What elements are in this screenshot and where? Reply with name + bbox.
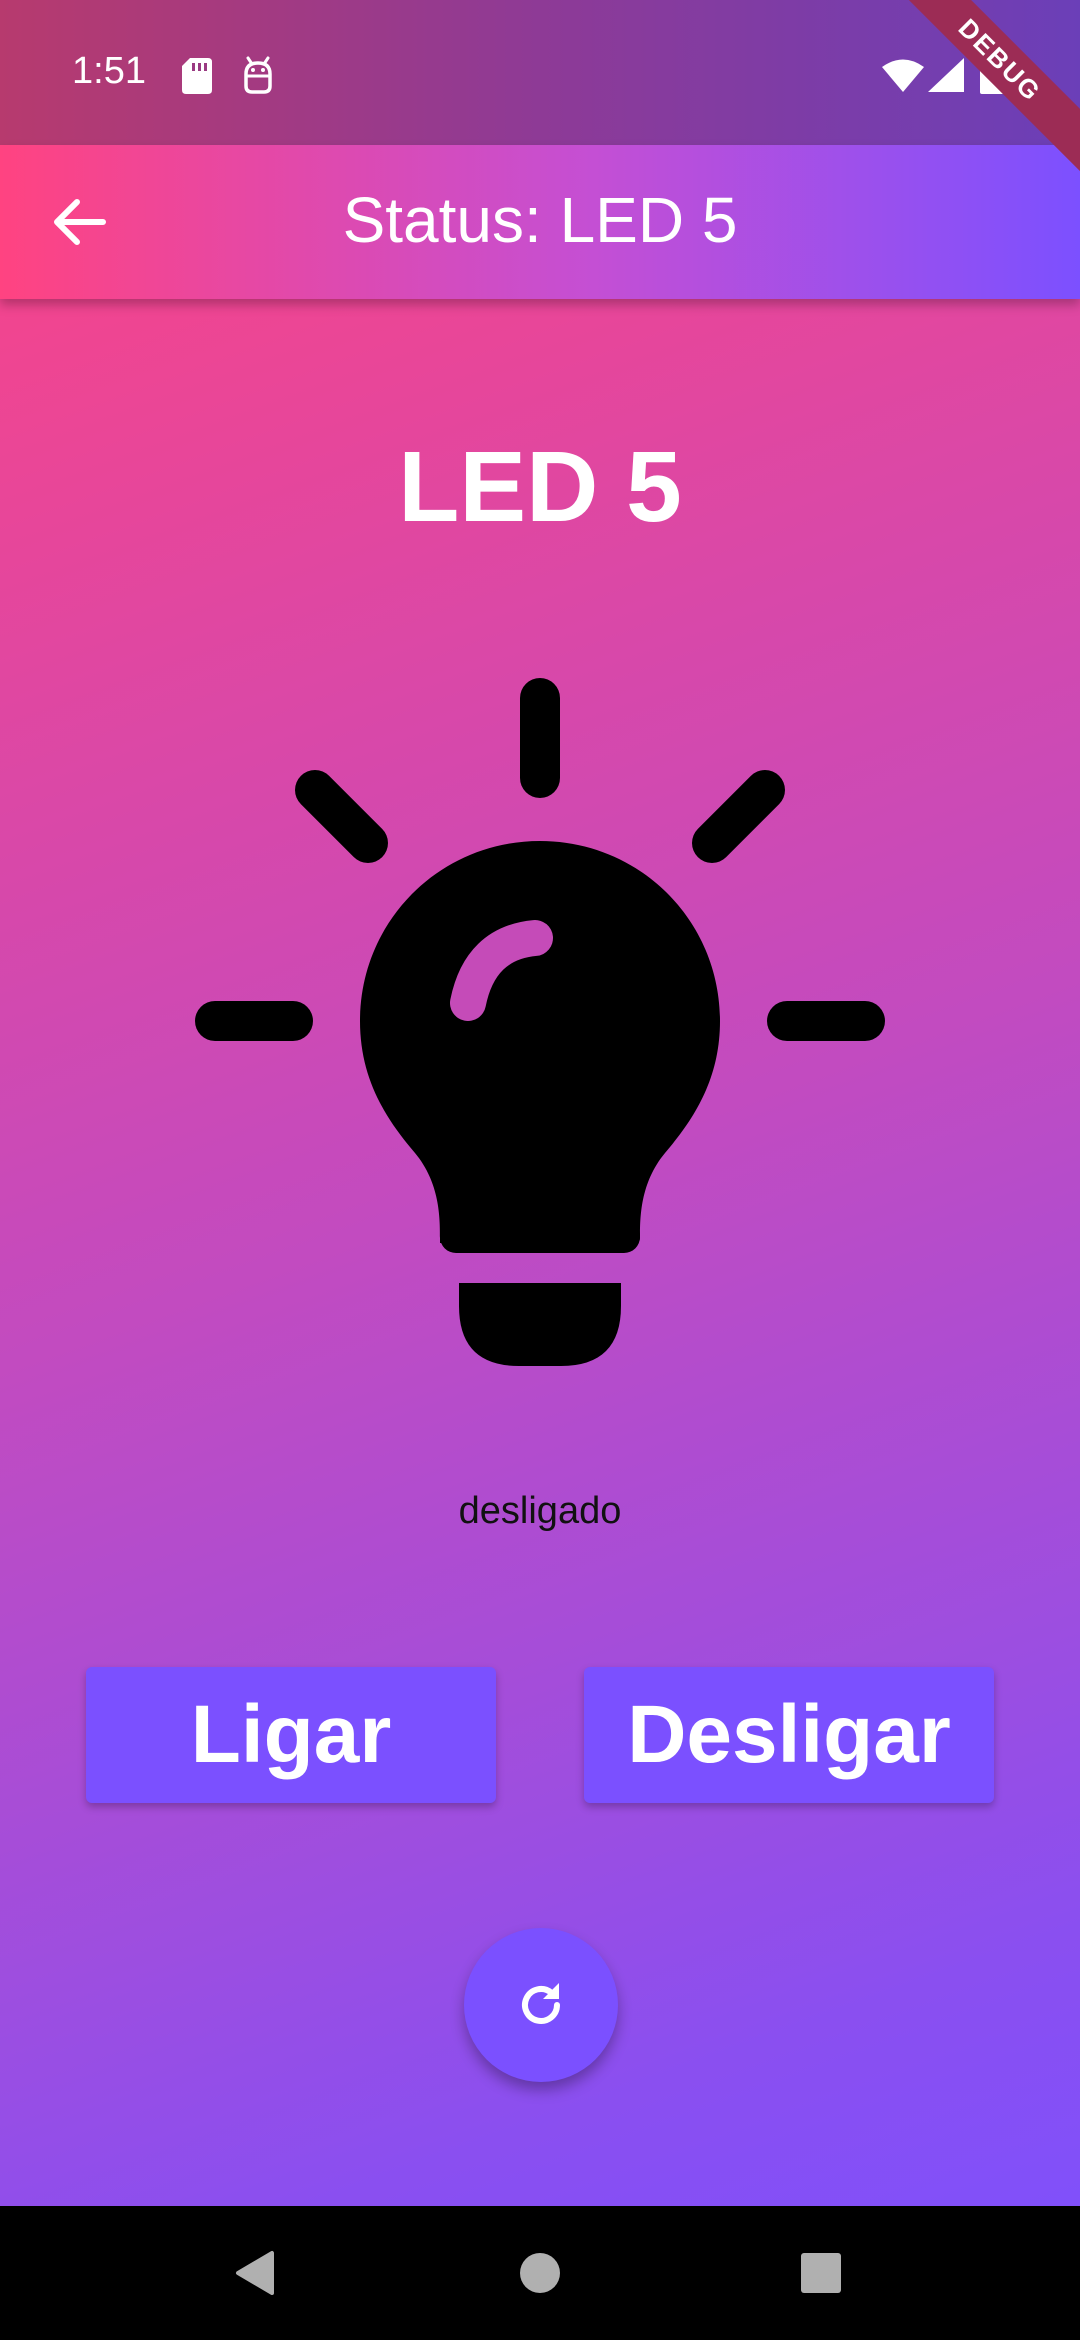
system-nav-bar — [0, 2206, 1080, 2340]
status-time: 1:51 — [72, 50, 146, 92]
refresh-icon — [522, 1983, 560, 2024]
page-title: Status: LED 5 — [342, 184, 738, 256]
sd-card-icon — [182, 58, 212, 94]
turn-off-button[interactable]: Desligar — [584, 1667, 994, 1803]
nav-home-icon[interactable] — [518, 2251, 562, 2295]
wifi-icon — [882, 59, 924, 92]
turn-on-button[interactable]: Ligar — [86, 1667, 496, 1803]
lightbulb-icon — [195, 678, 885, 1366]
nav-back-icon[interactable] — [232, 2249, 276, 2297]
nav-recents-icon[interactable] — [800, 2252, 842, 2294]
app-bar: Status: LED 5 — [0, 145, 1080, 299]
led-status-screen: 1:51 DEBUG Status: LED 5 LED 5 desligado… — [0, 0, 1080, 2340]
status-bar: 1:51 — [0, 0, 1080, 145]
led-state-text: desligado — [458, 1490, 622, 1532]
android-debug-icon — [244, 56, 272, 94]
device-name: LED 5 — [398, 431, 682, 543]
refresh-button[interactable] — [464, 1928, 618, 2082]
cellular-signal-icon — [928, 58, 964, 92]
